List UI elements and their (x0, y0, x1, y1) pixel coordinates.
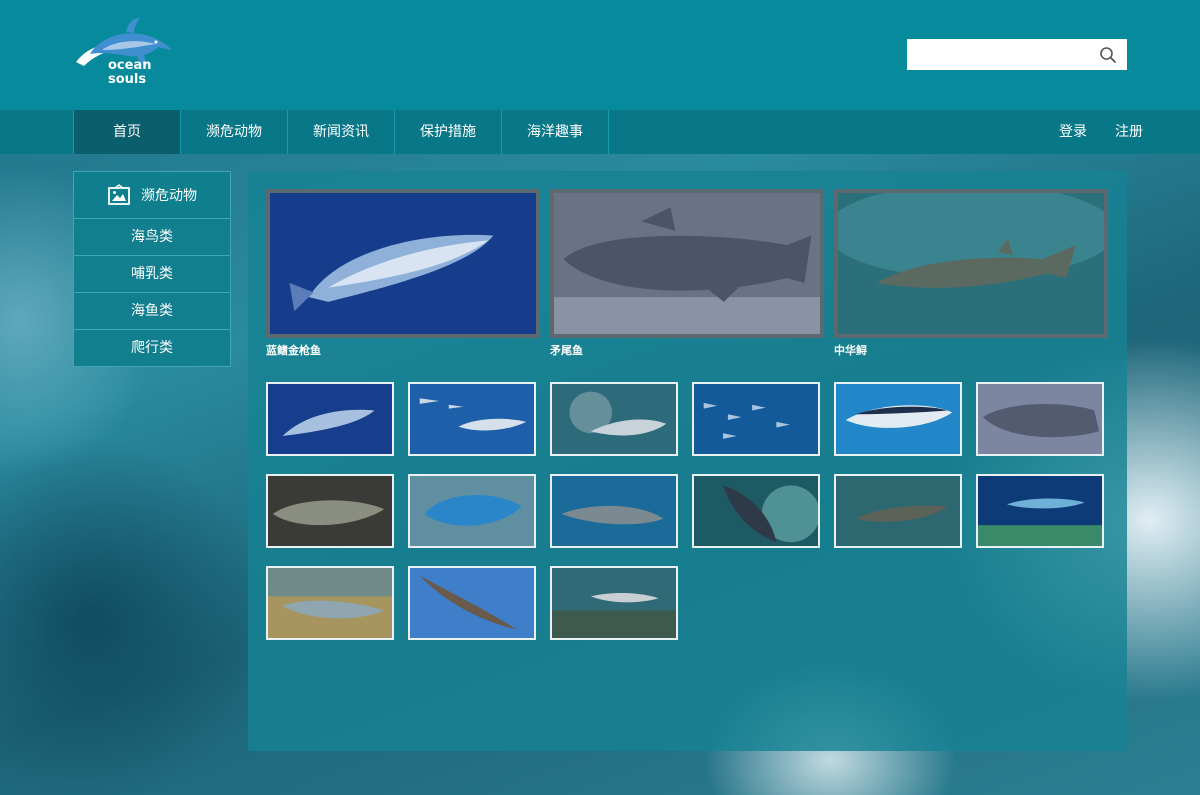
featured-caption: 蓝鳍金枪鱼 (266, 344, 321, 357)
sidebar-item-reptiles[interactable]: 爬行类 (73, 330, 231, 367)
thumbnail-image[interactable] (976, 382, 1104, 456)
thumbnail-row (266, 566, 1126, 640)
login-link[interactable]: 登录 (1059, 110, 1087, 154)
nav-item-news[interactable]: 新闻资讯 (288, 110, 395, 154)
sidebar-item-fish[interactable]: 海鱼类 (73, 293, 231, 330)
thumbnail-image[interactable] (408, 566, 536, 640)
picture-frame-icon (108, 184, 130, 205)
logo-line-souls: souls (108, 72, 147, 87)
featured-caption: 中华鲟 (834, 344, 867, 357)
thumbnail-image[interactable] (550, 382, 678, 456)
logo-line-ocean: ocean (108, 58, 152, 73)
ocean-souls-logo[interactable]: ocean souls (72, 14, 176, 94)
search-icon[interactable] (1099, 46, 1117, 64)
coelacanth-image[interactable] (550, 189, 824, 338)
thumbnail-image[interactable] (692, 382, 820, 456)
thumbnail-row (266, 474, 1126, 548)
featured-gallery: 蓝鳍金枪鱼 矛尾鱼 中华鲟 (266, 189, 1118, 358)
sidebar-item-mammals[interactable]: 哺乳类 (73, 256, 231, 293)
sidebar-title: 濒危动物 (141, 188, 197, 204)
search-box (907, 39, 1127, 70)
thumbnail-image[interactable] (834, 382, 962, 456)
featured-caption: 矛尾鱼 (550, 344, 583, 357)
thumbnail-image[interactable] (266, 566, 394, 640)
thumbnail-row (266, 382, 1126, 456)
register-link[interactable]: 注册 (1115, 110, 1143, 154)
thumbnail-image[interactable] (408, 382, 536, 456)
featured-item: 中华鲟 (834, 189, 1108, 358)
thumbnail-image[interactable] (976, 474, 1104, 548)
thumbnail-image[interactable] (550, 566, 678, 640)
chinese-sturgeon-image[interactable] (834, 189, 1108, 338)
thumbnail-image[interactable] (408, 474, 536, 548)
thumbnail-image[interactable] (834, 474, 962, 548)
featured-item: 蓝鳍金枪鱼 (266, 189, 540, 358)
nav-item-protection[interactable]: 保护措施 (395, 110, 502, 154)
sidebar-header[interactable]: 濒危动物 (73, 171, 231, 219)
bluefin-tuna-image[interactable] (266, 189, 540, 338)
gallery-panel: 蓝鳍金枪鱼 矛尾鱼 中华鲟 (248, 171, 1127, 751)
site-header: ocean souls (0, 0, 1200, 110)
thumbnail-image[interactable] (266, 474, 394, 548)
thumbnail-image[interactable] (550, 474, 678, 548)
nav-item-home[interactable]: 首页 (73, 110, 181, 154)
featured-item: 矛尾鱼 (550, 189, 824, 358)
logo-text: ocean souls (108, 59, 168, 87)
nav-item-ocean-fun[interactable]: 海洋趣事 (502, 110, 609, 154)
thumbnail-image[interactable] (266, 382, 394, 456)
main-nav: 首页 濒危动物 新闻资讯 保护措施 海洋趣事 登录 注册 (0, 110, 1200, 154)
thumbnail-grid (266, 382, 1126, 658)
nav-item-endangered[interactable]: 濒危动物 (181, 110, 288, 154)
search-input[interactable] (907, 39, 1092, 70)
sidebar-item-seabirds[interactable]: 海鸟类 (73, 219, 231, 256)
thumbnail-image[interactable] (692, 474, 820, 548)
category-sidebar: 濒危动物 海鸟类 哺乳类 海鱼类 爬行类 (73, 171, 231, 367)
